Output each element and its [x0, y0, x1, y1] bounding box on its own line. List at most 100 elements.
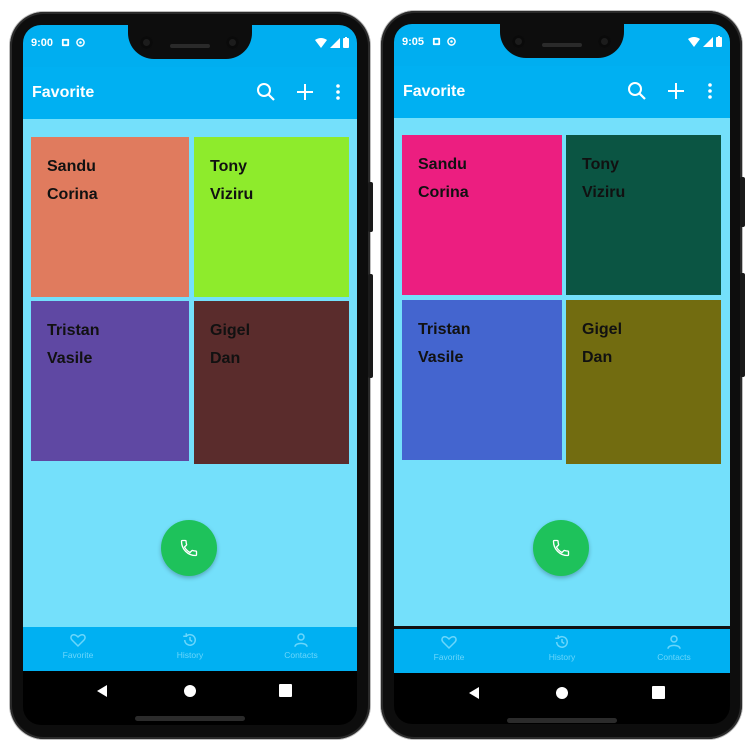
wifi-icon: [688, 36, 700, 47]
nav-item-history[interactable]: History: [512, 633, 612, 662]
add-button[interactable]: [665, 80, 687, 102]
volume-button: [368, 274, 373, 378]
search-button[interactable]: [626, 80, 648, 102]
contact-tile[interactable]: Tony Viziru: [194, 137, 349, 297]
nav-label: Contacts: [284, 650, 318, 660]
earpiece: [542, 43, 582, 47]
contact-first-name: Sandu: [418, 156, 467, 173]
front-camera: [512, 35, 525, 48]
notch: [500, 24, 624, 58]
contact-first-name: Tony: [582, 156, 620, 173]
history-icon: [183, 633, 196, 646]
contact-first-name: Tristan: [418, 321, 471, 338]
contact-tile[interactable]: Sandu Corina: [31, 137, 189, 297]
home-icon[interactable]: [183, 684, 197, 698]
contact-last-name: Dan: [582, 349, 613, 366]
more-options-button[interactable]: [699, 80, 721, 102]
nav-item-favorite[interactable]: Favorite: [399, 633, 499, 662]
contact-tile[interactable]: Tristan Vasile: [402, 300, 562, 460]
page-title: Favorite: [403, 83, 466, 100]
recents-icon[interactable]: [652, 686, 665, 699]
back-icon[interactable]: [468, 686, 480, 700]
phone-left: 9:00 Favorite Sandu Corina Tony Viziru T…: [10, 12, 373, 739]
heart-icon: [441, 635, 457, 650]
signal-icon: [703, 36, 713, 47]
more-vert-icon: [708, 83, 712, 99]
search-button[interactable]: [255, 81, 277, 103]
contact-first-name: Gigel: [582, 321, 623, 338]
bottom-navigation: Favorite History Contacts: [394, 629, 730, 673]
contact-last-name: Viziru: [210, 186, 254, 203]
contact-first-name: Tristan: [47, 322, 100, 339]
notification-icon: [61, 38, 70, 47]
phone-right: 9:05 Favorite Sandu Corina Tony Viziru T…: [381, 11, 745, 739]
front-camera-2: [598, 35, 611, 48]
more-vert-icon: [336, 84, 340, 100]
front-camera: [140, 36, 153, 49]
system-navigation-bar: [394, 673, 730, 724]
contact-last-name: Vasile: [418, 349, 464, 366]
bottom-navigation: Favorite History Contacts: [23, 627, 357, 671]
contact-last-name: Vasile: [47, 350, 93, 367]
app-bar: Favorite: [394, 66, 730, 118]
contact-tile[interactable]: Tony Viziru: [566, 135, 721, 295]
person-icon: [667, 635, 681, 649]
wifi-icon: [315, 37, 327, 48]
favorites-grid: Sandu Corina Tony Viziru Tristan Vasile …: [23, 119, 357, 627]
bottom-speaker: [135, 716, 245, 721]
contact-last-name: Dan: [210, 350, 241, 367]
nav-label: History: [176, 650, 204, 660]
bottom-speaker: [507, 718, 617, 723]
contact-tile[interactable]: Gigel Dan: [194, 301, 349, 464]
more-options-button[interactable]: [327, 81, 349, 103]
back-icon[interactable]: [96, 684, 108, 698]
sync-icon: [447, 37, 456, 46]
search-icon: [628, 82, 646, 100]
contact-last-name: Viziru: [582, 184, 626, 201]
app-bar: Favorite: [23, 67, 357, 119]
favorites-grid: Sandu Corina Tony Viziru Tristan Vasile …: [394, 118, 730, 626]
contact-first-name: Sandu: [47, 158, 96, 175]
nav-item-history[interactable]: History: [140, 631, 240, 660]
recents-icon[interactable]: [279, 684, 292, 697]
dial-fab-button[interactable]: [533, 520, 589, 576]
signal-icon: [330, 37, 340, 48]
screen: 9:05 Favorite Sandu Corina Tony Viziru T…: [394, 24, 730, 724]
add-icon: [297, 84, 313, 100]
status-time: 9:00: [31, 37, 54, 49]
home-icon[interactable]: [555, 686, 569, 700]
contact-last-name: Corina: [47, 186, 98, 203]
phone-icon: [552, 539, 570, 557]
battery-icon: [343, 37, 349, 48]
power-button: [368, 182, 373, 232]
contact-last-name: Corina: [418, 184, 469, 201]
dial-fab-button[interactable]: [161, 520, 217, 576]
search-icon: [257, 83, 275, 101]
sync-icon: [76, 38, 85, 47]
contact-tile[interactable]: Sandu Corina: [402, 135, 562, 295]
add-icon: [668, 83, 684, 99]
history-icon: [555, 635, 568, 648]
nav-item-contacts[interactable]: Contacts: [624, 633, 724, 662]
power-button: [740, 177, 745, 227]
earpiece: [170, 44, 210, 48]
nav-label: History: [548, 652, 576, 662]
nav-item-contacts[interactable]: Contacts: [251, 631, 351, 660]
person-icon: [294, 633, 308, 647]
volume-button: [740, 273, 745, 377]
nav-label: Contacts: [657, 652, 691, 662]
front-camera-2: [226, 36, 239, 49]
contact-tile[interactable]: Gigel Dan: [566, 300, 721, 464]
contact-first-name: Tony: [210, 158, 248, 175]
add-button[interactable]: [294, 81, 316, 103]
notification-icon: [432, 37, 441, 46]
page-title: Favorite: [32, 84, 95, 101]
nav-label: Favorite: [433, 652, 465, 662]
contact-tile[interactable]: Tristan Vasile: [31, 301, 189, 461]
phone-icon: [180, 539, 198, 557]
notch: [128, 25, 252, 59]
nav-item-favorite[interactable]: Favorite: [28, 631, 128, 660]
status-time: 9:05: [402, 36, 425, 48]
battery-icon: [716, 36, 722, 47]
contact-first-name: Gigel: [210, 322, 251, 339]
